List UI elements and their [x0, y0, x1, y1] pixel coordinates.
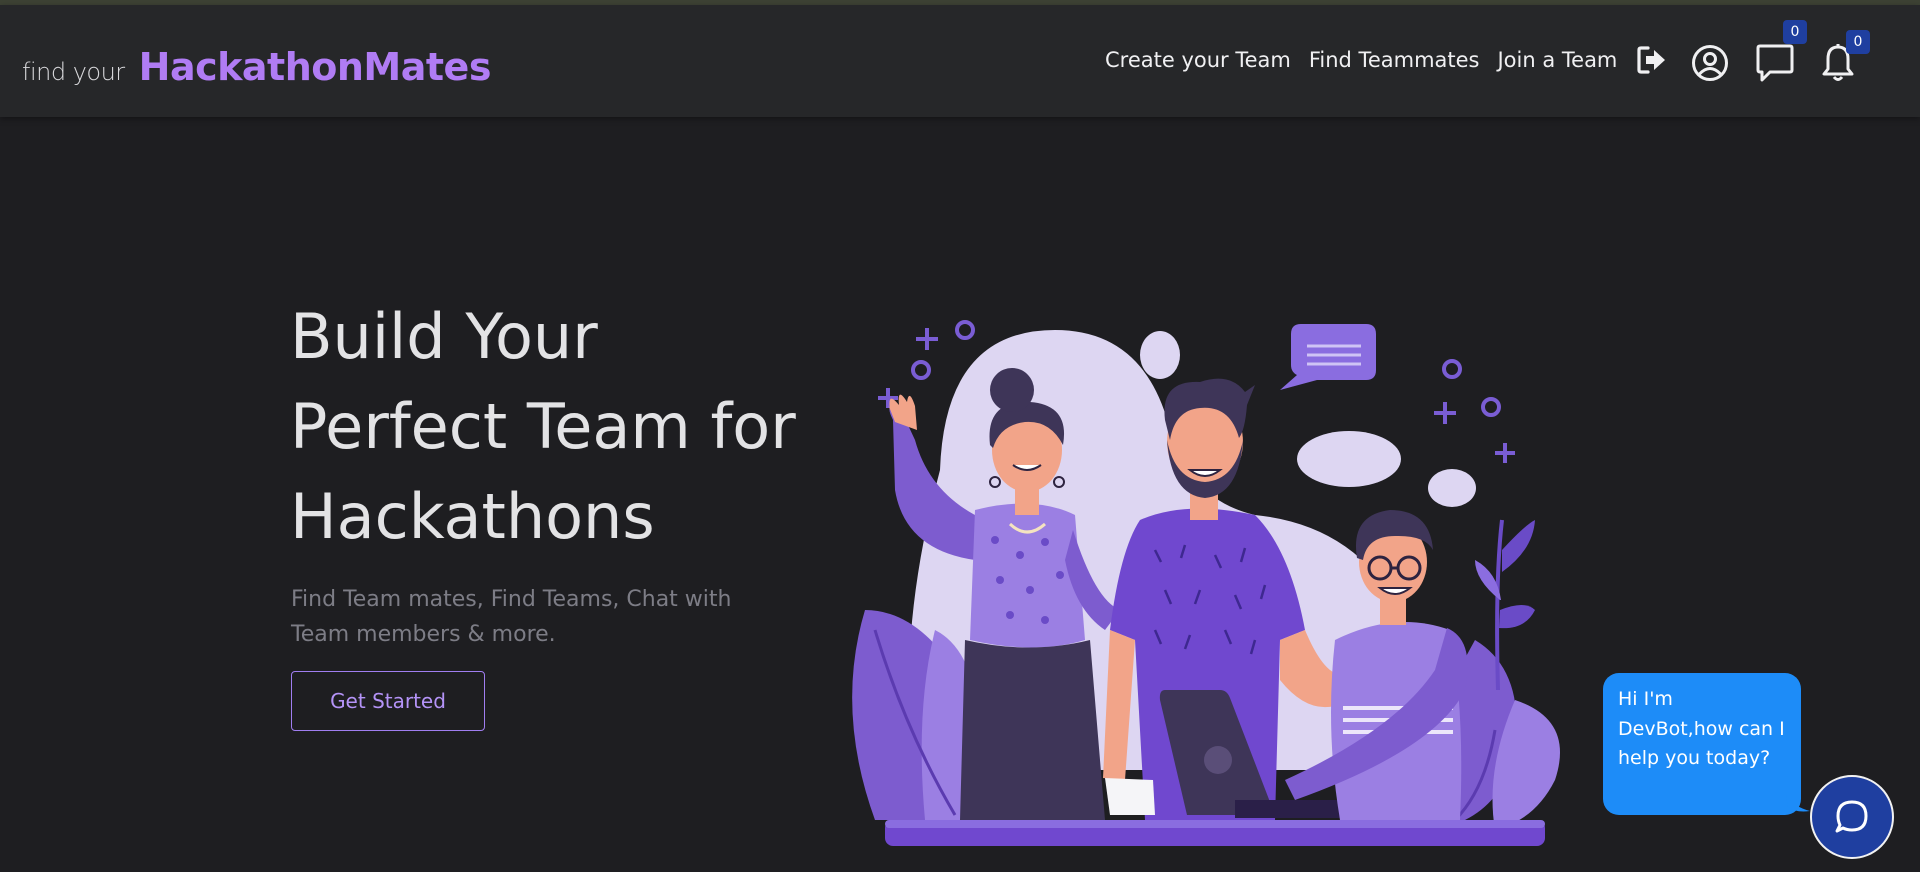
brand-name: HackathonMates: [138, 45, 492, 89]
message-icon[interactable]: [1756, 43, 1794, 87]
nav-link-create-team[interactable]: Create your Team: [1105, 48, 1291, 72]
user-circle-icon[interactable]: [1691, 44, 1729, 86]
nav-link-find-teammates[interactable]: Find Teammates: [1309, 48, 1480, 72]
hero-subtitle: Find Team mates, Find Teams, Chat with T…: [291, 587, 732, 647]
brand-logo[interactable]: find your HackathonMates: [22, 45, 491, 89]
team-illustration: [835, 310, 1595, 854]
nav-link-join-team[interactable]: Join a Team: [1497, 48, 1617, 72]
brand-prefix: find your: [22, 58, 125, 86]
logout-icon[interactable]: [1636, 45, 1668, 79]
hero-title-line: Hackathons: [290, 480, 655, 553]
chatbot-toggle-button[interactable]: [1810, 775, 1894, 859]
hero-title-line: Perfect Team for: [290, 390, 796, 463]
chatbot-message-bubble: Hi I'm DevBot,how can I help you today?: [1603, 673, 1801, 815]
hero-title-line: Build Your: [290, 300, 598, 373]
get-started-button[interactable]: Get Started: [291, 671, 485, 731]
hero-title: Build Your Perfect Team for Hackathons: [290, 292, 810, 562]
navbar: find your HackathonMates Create your Tea…: [0, 5, 1920, 117]
chat-bubble-tail: [1786, 795, 1810, 812]
message-count-badge: 0: [1783, 20, 1807, 44]
nav-links: Create your Team Find Teammates Join a T…: [1105, 48, 1617, 72]
notification-count-badge: 0: [1846, 30, 1870, 54]
chat-icon: [1835, 800, 1868, 833]
